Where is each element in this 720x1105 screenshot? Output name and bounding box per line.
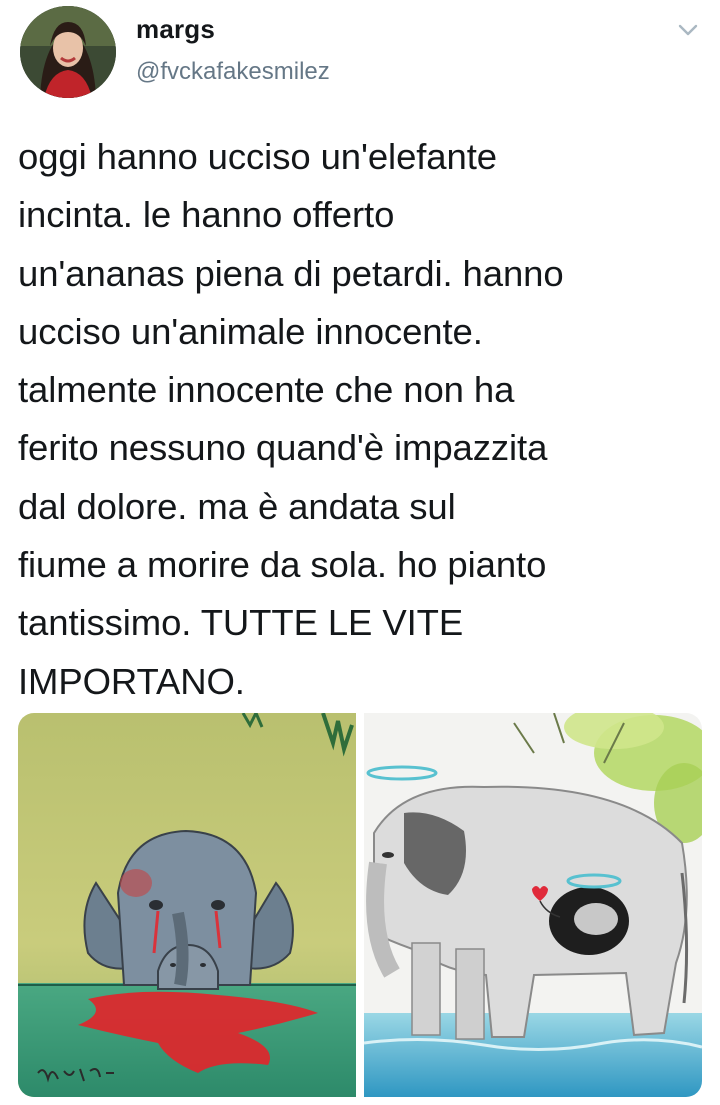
elephant-angel-illustration-icon bbox=[364, 713, 702, 1097]
media-image-left[interactable] bbox=[18, 713, 356, 1097]
username-handle[interactable]: @fvckafakesmilez bbox=[136, 58, 330, 86]
media-image-right[interactable] bbox=[364, 713, 702, 1097]
avatar[interactable] bbox=[20, 6, 116, 98]
chevron-down-icon[interactable] bbox=[676, 20, 700, 40]
profile-photo-icon bbox=[20, 6, 116, 98]
display-name[interactable]: margs bbox=[136, 14, 215, 45]
elephant-crying-illustration-icon bbox=[18, 713, 356, 1097]
tweet-text: oggi hanno ucciso un'elefante incinta. l… bbox=[18, 136, 564, 702]
tweet-card: margs @fvckafakesmilez oggi hanno ucciso… bbox=[0, 0, 720, 1105]
